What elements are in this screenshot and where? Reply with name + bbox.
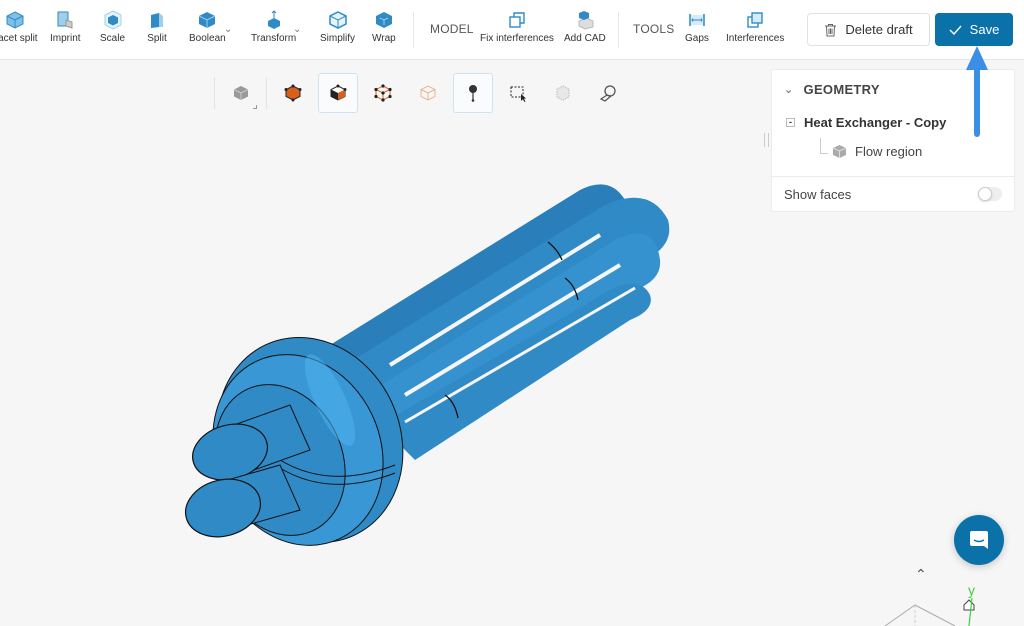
boolean-button[interactable]: Boolean	[189, 10, 226, 44]
fix-interferences-icon	[509, 12, 525, 28]
gaps-button[interactable]: Gaps	[685, 10, 709, 44]
select-vertex-icon	[420, 85, 436, 101]
chat-button[interactable]	[954, 515, 1004, 565]
scale-icon	[104, 10, 121, 30]
add-cad-icon	[578, 11, 594, 30]
facet-split-icon	[6, 11, 24, 29]
boolean-chevron-down-icon[interactable]: ⌄	[224, 24, 232, 35]
boolean-icon	[199, 12, 216, 28]
box-select-icon	[510, 86, 526, 102]
interferences-icon	[747, 12, 763, 28]
interferences-button[interactable]: Interferences	[726, 10, 784, 44]
view-mode-icon	[233, 86, 249, 100]
hide-icon	[556, 85, 570, 101]
imprint-button[interactable]: Imprint	[50, 10, 81, 44]
delete-draft-button[interactable]: Delete draft	[807, 13, 930, 46]
toolbar-divider	[618, 12, 619, 48]
measure-button[interactable]	[588, 73, 628, 113]
select-volume-button[interactable]	[273, 73, 313, 113]
home-icon[interactable]	[963, 599, 975, 611]
wrap-button[interactable]: Wrap	[372, 10, 396, 44]
show-faces-toggle[interactable]	[978, 187, 1002, 201]
point-probe-button[interactable]	[453, 73, 493, 113]
measure-icon	[599, 85, 616, 102]
trash-icon	[825, 23, 837, 36]
split-icon	[151, 13, 163, 28]
tools-section-label: TOOLS	[633, 22, 675, 36]
select-volume-icon	[284, 84, 302, 102]
show-faces-label: Show faces	[784, 187, 852, 202]
simplify-button[interactable]: Simplify	[320, 10, 355, 44]
scale-button[interactable]: Scale	[100, 10, 125, 44]
box-select-button[interactable]	[498, 73, 538, 113]
top-toolbar: Facet split Imprint Scale Split Boolean …	[0, 0, 1024, 60]
save-button[interactable]: Save	[935, 13, 1013, 46]
fix-interferences-button[interactable]: Fix interferences	[480, 10, 554, 44]
corner-indicator-icon	[253, 105, 257, 109]
volume-icon	[832, 145, 847, 158]
panel-divider	[772, 176, 1014, 177]
toggle-knob	[978, 187, 992, 201]
tree-item-flow-region[interactable]: Flow region	[832, 144, 922, 159]
chat-icon	[970, 531, 988, 549]
check-icon	[949, 25, 962, 35]
transform-icon	[267, 10, 280, 29]
chevron-down-icon: ⌄	[784, 84, 794, 96]
viewport-toolbar	[214, 72, 633, 114]
select-edge-icon	[374, 84, 392, 102]
tree-connector	[820, 138, 828, 154]
imprint-icon	[57, 11, 73, 29]
model-section-label: MODEL	[430, 22, 474, 36]
axis-gizmo[interactable]: y	[880, 580, 1024, 626]
simplify-icon	[328, 11, 347, 29]
toolbar-divider	[413, 12, 414, 48]
transform-chevron-down-icon[interactable]: ⌄	[293, 24, 301, 35]
point-probe-icon	[469, 85, 477, 102]
select-edge-button[interactable]	[363, 73, 403, 113]
gaps-icon	[689, 14, 705, 26]
viewbar-divider	[214, 77, 215, 109]
select-face-button[interactable]	[318, 73, 358, 113]
hide-button[interactable]	[543, 73, 583, 113]
transform-button[interactable]: Transform	[251, 10, 296, 44]
view-mode-button[interactable]	[221, 73, 261, 113]
select-face-icon	[330, 84, 347, 101]
select-vertex-button[interactable]	[408, 73, 448, 113]
panel-resize-handle[interactable]	[764, 133, 769, 147]
collapse-icon[interactable]: -	[786, 118, 795, 127]
heat-exchanger-model[interactable]	[180, 160, 680, 560]
y-axis-label: y	[968, 582, 975, 598]
geometry-header[interactable]: ⌄ GEOMETRY	[784, 82, 880, 97]
viewbar-divider	[266, 77, 267, 109]
add-cad-button[interactable]: Add CAD	[564, 10, 606, 44]
facet-split-button[interactable]: Facet split	[0, 10, 38, 44]
wrap-icon	[375, 12, 392, 28]
split-button[interactable]: Split	[147, 10, 167, 44]
annotation-arrow-icon	[966, 46, 988, 137]
tree-item-heat-exchanger[interactable]: - Heat Exchanger - Copy	[786, 115, 946, 130]
